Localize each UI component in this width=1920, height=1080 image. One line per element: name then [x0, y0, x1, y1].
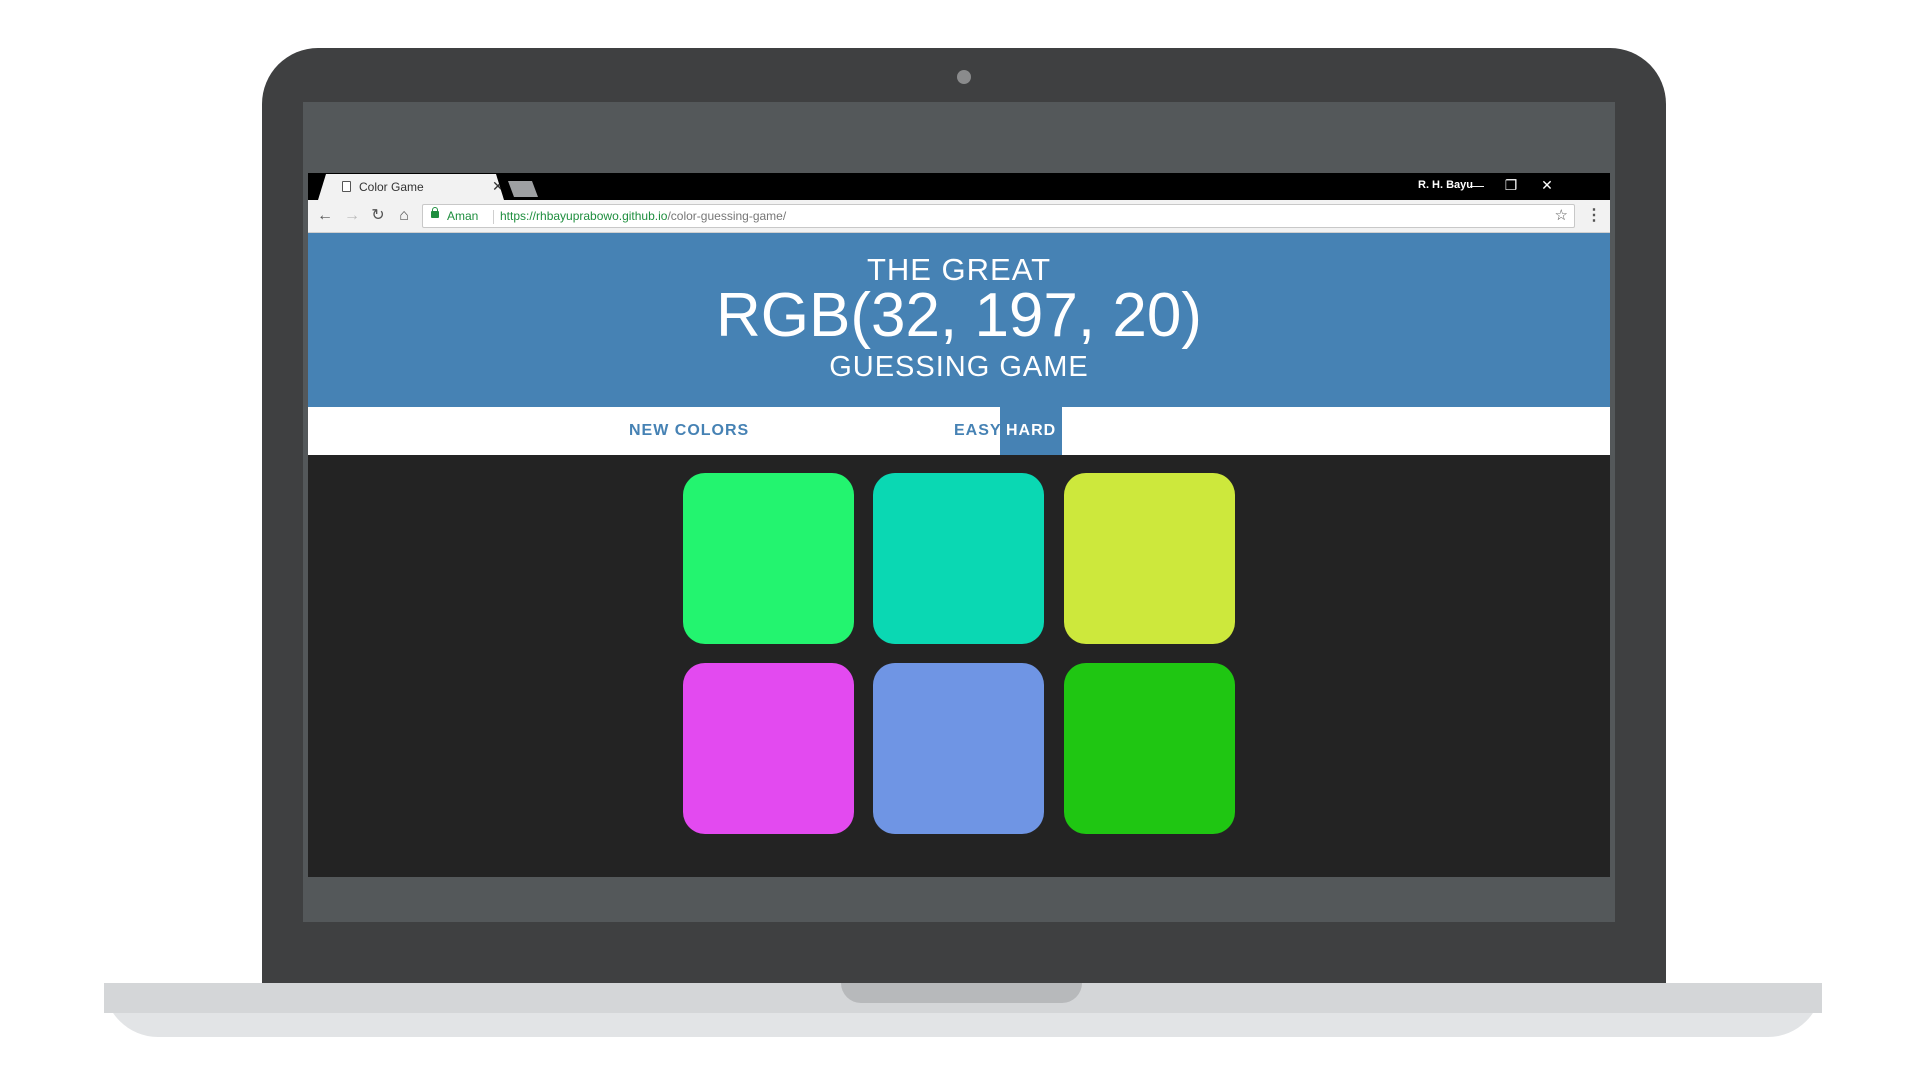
bookmark-star-icon[interactable]: ☆ — [1555, 207, 1568, 225]
color-square[interactable] — [683, 663, 854, 834]
url-host: https://rhbayuprabowo.github.io — [500, 209, 668, 223]
browser-window: Color Game ✕ R. H. Bayu — ❐ ✕ ← → ↻ ⌂ Am… — [308, 173, 1610, 877]
profile-name[interactable]: R. H. Bayu — [1418, 179, 1473, 191]
game-page: THE GREAT RGB(32, 197, 20) GUESSING GAME… — [308, 233, 1610, 877]
minimize-icon[interactable]: — — [1467, 176, 1487, 194]
tab-color-game[interactable]: Color Game ✕ — [318, 174, 504, 200]
color-square[interactable] — [683, 473, 854, 644]
color-square[interactable] — [873, 473, 1044, 644]
restore-icon[interactable]: ❐ — [1501, 176, 1521, 194]
webcam — [957, 70, 971, 84]
lock-icon — [431, 207, 439, 218]
game-header: THE GREAT RGB(32, 197, 20) GUESSING GAME — [308, 233, 1610, 407]
page-icon — [342, 181, 351, 192]
tab-title: Color Game — [359, 180, 424, 194]
forward-icon[interactable]: → — [342, 206, 362, 226]
hard-mode-button[interactable]: HARD — [1000, 407, 1063, 455]
color-squares-grid — [683, 473, 1235, 834]
url-text: https://rhbayuprabowo.github.io/color-gu… — [500, 209, 786, 223]
new-colors-button[interactable]: NEW COLORS — [623, 407, 755, 455]
color-square[interactable] — [873, 663, 1044, 834]
color-square[interactable] — [1064, 473, 1235, 644]
laptop-notch — [841, 983, 1082, 1003]
color-square[interactable] — [1064, 663, 1235, 834]
back-icon[interactable]: ← — [315, 206, 335, 226]
home-icon[interactable]: ⌂ — [394, 206, 414, 226]
new-tab-button[interactable] — [508, 181, 538, 197]
easy-mode-button[interactable]: EASY — [948, 407, 1008, 455]
browser-titlebar: Color Game ✕ R. H. Bayu — ❐ ✕ — [308, 173, 1610, 200]
browser-menu-icon[interactable]: ⋮ — [1586, 206, 1602, 226]
title-line-3: GUESSING GAME — [829, 351, 1089, 383]
reload-icon[interactable]: ↻ — [368, 206, 388, 226]
omnibox-divider — [493, 210, 494, 224]
target-color-display: RGB(32, 197, 20) — [716, 281, 1202, 350]
close-window-icon[interactable]: ✕ — [1537, 176, 1557, 194]
tab-close-icon[interactable]: ✕ — [492, 177, 504, 195]
browser-toolbar: ← → ↻ ⌂ Aman https://rhbayuprabowo.githu… — [308, 200, 1610, 233]
control-stripe: NEW COLORS EASY HARD — [308, 407, 1610, 455]
address-bar[interactable]: Aman https://rhbayuprabowo.github.io/col… — [422, 204, 1575, 228]
secure-label: Aman — [447, 209, 479, 223]
url-path: /color-guessing-game/ — [667, 209, 787, 223]
